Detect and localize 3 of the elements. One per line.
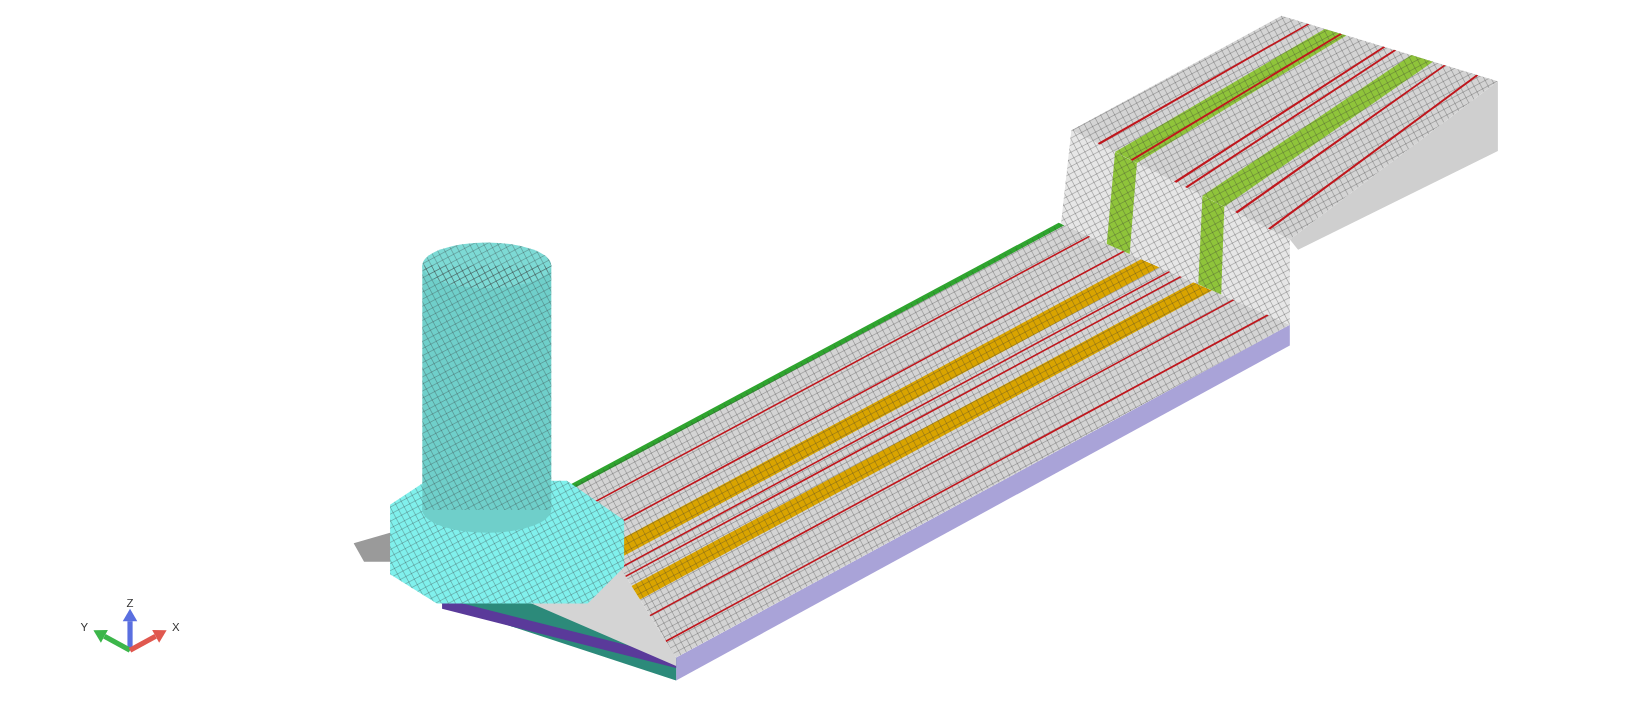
axis-label: Y	[80, 621, 89, 634]
axis-label: X	[171, 621, 180, 634]
axis-label: Z	[126, 596, 134, 609]
